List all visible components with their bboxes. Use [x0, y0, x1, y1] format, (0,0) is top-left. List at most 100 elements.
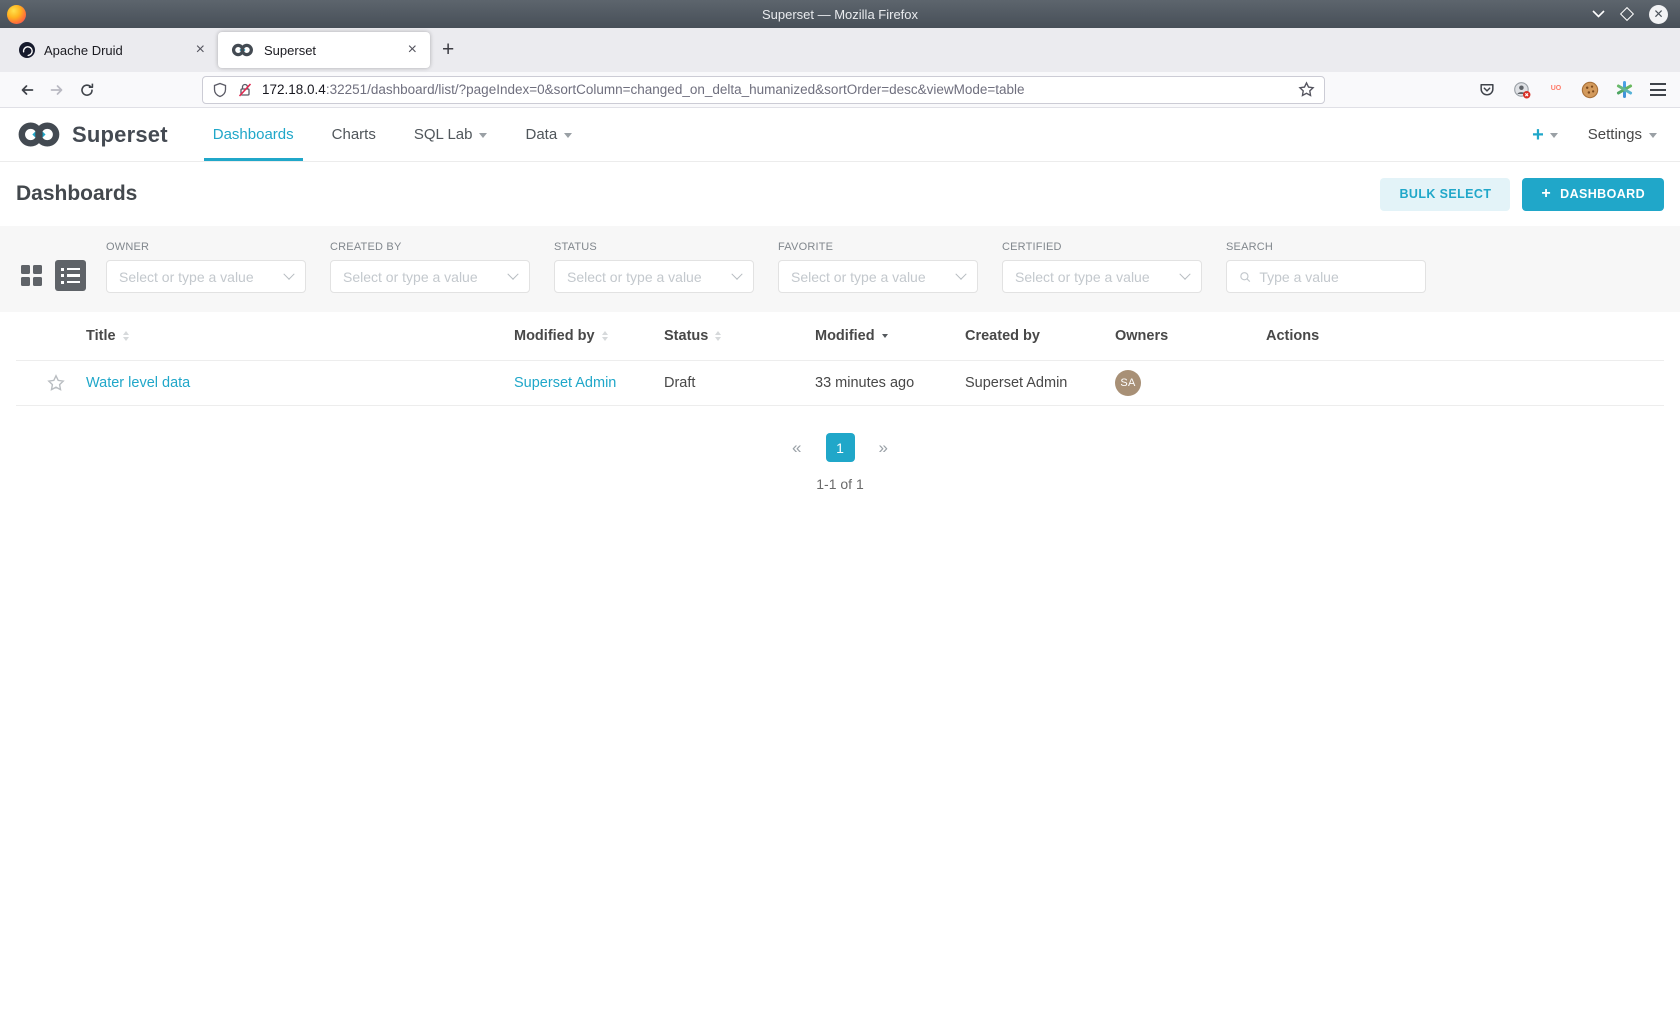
bookmark-star-icon[interactable] [1298, 81, 1315, 98]
tab-label: Superset [264, 43, 395, 58]
new-tab-button[interactable]: + [430, 38, 466, 62]
chevron-down-icon [507, 268, 518, 279]
card-view-toggle-icon[interactable] [21, 265, 42, 286]
tab-close-icon[interactable]: × [404, 40, 421, 60]
previous-page-button[interactable]: « [788, 434, 805, 462]
column-header-actions: Actions [1266, 328, 1664, 344]
menu-hamburger-icon[interactable] [1650, 83, 1666, 96]
pocket-icon[interactable] [1478, 81, 1496, 98]
filter-label: FAVORITE [778, 241, 978, 253]
url-text[interactable]: 172.18.0.4:32251/dashboard/list/?pageInd… [262, 82, 1289, 97]
column-header-status[interactable]: Status [664, 328, 815, 344]
superset-brand[interactable]: Superset [17, 108, 168, 161]
created-by-cell: Superset Admin [965, 375, 1115, 391]
next-page-button[interactable]: » [875, 434, 892, 462]
chevron-down-icon [1550, 133, 1558, 138]
superset-favicon [231, 43, 255, 57]
url-bar[interactable]: 172.18.0.4:32251/dashboard/list/?pageInd… [202, 76, 1325, 104]
cookie-icon[interactable] [1581, 81, 1599, 99]
column-header-title[interactable]: Title [86, 328, 514, 344]
nav-item-data[interactable]: Data [506, 108, 591, 161]
filter-label: OWNER [106, 241, 306, 253]
back-button[interactable] [12, 76, 42, 104]
modified-by-link[interactable]: Superset Admin [514, 375, 664, 391]
search-input[interactable] [1259, 269, 1413, 285]
search-icon [1239, 270, 1251, 284]
sort-icons [123, 331, 129, 341]
reload-button[interactable] [72, 76, 102, 104]
window-titlebar: Superset — Mozilla Firefox ✕ [0, 0, 1680, 28]
plus-icon: + [1541, 186, 1551, 202]
firefox-logo-icon [7, 5, 26, 24]
forward-button[interactable] [42, 76, 72, 104]
url-path: :32251/dashboard/list/?pageIndex=0&sortC… [326, 82, 1025, 97]
browser-toolbar: 172.18.0.4:32251/dashboard/list/?pageInd… [0, 72, 1680, 108]
chevron-down-icon [955, 268, 966, 279]
favorite-star-icon[interactable] [47, 374, 65, 392]
filter-label: SEARCH [1226, 241, 1426, 253]
tracking-shield-icon[interactable] [212, 82, 228, 98]
created-by-select[interactable]: Select or type a value [330, 260, 530, 293]
tab-close-icon[interactable]: × [192, 40, 209, 60]
dashboard-title-link[interactable]: Water level data [86, 375, 514, 391]
extension-badge-icon[interactable] [1513, 81, 1531, 99]
window-close-icon[interactable]: ✕ [1649, 5, 1668, 24]
chevron-down-icon [1179, 268, 1190, 279]
search-field[interactable] [1226, 260, 1426, 293]
pagination-summary: 1-1 of 1 [0, 476, 1680, 492]
favorite-select[interactable]: Select or type a value [778, 260, 978, 293]
table-header-row: Title Modified by Status Modified Create… [16, 312, 1664, 361]
window-minimize-icon[interactable] [1592, 10, 1605, 18]
dashboards-table: Title Modified by Status Modified Create… [0, 312, 1680, 406]
filter-owner: OWNER Select or type a value [106, 241, 306, 293]
certified-select[interactable]: Select or type a value [1002, 260, 1202, 293]
superset-logo-icon [17, 121, 63, 148]
chevron-down-icon [1649, 133, 1657, 138]
window-maximize-icon[interactable] [1622, 9, 1632, 19]
chevron-down-icon [564, 133, 572, 138]
column-header-modified[interactable]: Modified [815, 328, 965, 344]
tab-apache-druid[interactable]: Apache Druid × [6, 32, 218, 68]
nav-item-sql-lab[interactable]: SQL Lab [395, 108, 507, 161]
window-title: Superset — Mozilla Firefox [0, 7, 1680, 22]
tab-superset[interactable]: Superset × [218, 32, 430, 68]
chevron-down-icon [283, 268, 294, 279]
nav-item-dashboards[interactable]: Dashboards [194, 108, 313, 161]
table-row: Water level data Superset Admin Draft 33… [16, 361, 1664, 406]
superset-navbar: Superset Dashboards Charts SQL Lab Data … [0, 108, 1680, 162]
list-view-toggle-icon[interactable] [55, 260, 86, 291]
filter-certified: CERTIFIED Select or type a value [1002, 241, 1202, 293]
url-host: 172.18.0.4 [262, 82, 326, 97]
druid-favicon [19, 42, 35, 58]
new-dashboard-button[interactable]: + DASHBOARD [1522, 178, 1664, 211]
bulk-select-button[interactable]: BULK SELECT [1380, 178, 1510, 211]
insecure-lock-icon[interactable] [237, 82, 253, 98]
filter-bar: OWNER Select or type a value CREATED BY … [0, 226, 1680, 312]
page-1-button[interactable]: 1 [826, 433, 855, 462]
tab-label: Apache Druid [44, 43, 183, 58]
status-select[interactable]: Select or type a value [554, 260, 754, 293]
ublock-shield-icon[interactable]: UO [1548, 81, 1564, 98]
filter-label: CREATED BY [330, 241, 530, 253]
column-header-owners: Owners [1115, 328, 1266, 344]
sort-icons-descending [882, 334, 888, 338]
filter-search: SEARCH [1226, 241, 1426, 293]
status-cell: Draft [664, 375, 815, 391]
chevron-down-icon [479, 133, 487, 138]
owner-select[interactable]: Select or type a value [106, 260, 306, 293]
owner-avatar[interactable]: SA [1115, 370, 1141, 396]
page-title: Dashboards [16, 182, 137, 206]
column-header-modified-by[interactable]: Modified by [514, 328, 664, 344]
filter-status: STATUS Select or type a value [554, 241, 754, 293]
page-subheader: Dashboards BULK SELECT + DASHBOARD [0, 162, 1680, 226]
sparkle-extension-icon[interactable] [1616, 81, 1633, 98]
settings-menu[interactable]: Settings [1588, 126, 1657, 143]
browser-tabbar: Apache Druid × Superset × + [0, 28, 1680, 72]
filter-label: CERTIFIED [1002, 241, 1202, 253]
sort-icons [715, 331, 721, 341]
sort-icons [602, 331, 608, 341]
filter-label: STATUS [554, 241, 754, 253]
nav-item-charts[interactable]: Charts [313, 108, 395, 161]
new-item-menu[interactable]: + [1532, 125, 1558, 145]
modified-cell: 33 minutes ago [815, 375, 965, 391]
